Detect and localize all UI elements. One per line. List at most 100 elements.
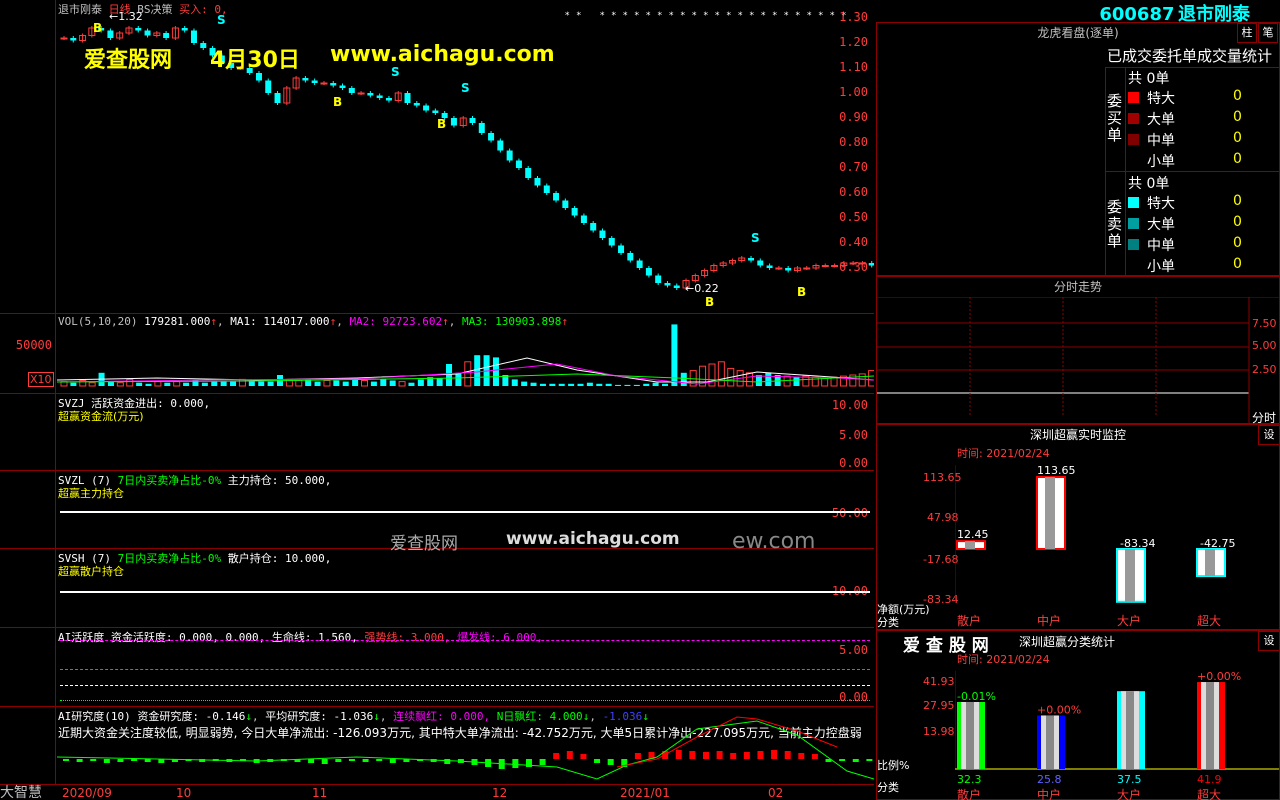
volume-bar — [107, 381, 114, 386]
signal-star: * — [784, 11, 789, 21]
candle-body — [469, 118, 476, 123]
watermark-site-2: 爱查股网 — [390, 534, 458, 554]
sell-row-value: 0 — [1233, 214, 1242, 230]
volume-bar — [211, 381, 218, 386]
candle-body — [144, 30, 151, 36]
monitor-bar-shade — [1125, 549, 1135, 602]
candle-body — [70, 38, 77, 41]
ai-research-panel[interactable]: AI研究度(10) 资金研究度: -0.146↓, 平均研究度: -1.036↓… — [0, 706, 874, 784]
research-bar — [675, 750, 682, 759]
research-bar — [811, 754, 818, 759]
classify-settings-button[interactable]: 设 — [1258, 631, 1280, 651]
volume-bar — [70, 382, 77, 386]
candle-body — [515, 160, 522, 168]
svsh-panel[interactable]: 10.00 SVSH (7) 7日内买卖净占比-0% 散户持仓: 10.000,… — [0, 529, 874, 627]
sell-signal: S — [461, 81, 470, 95]
volume-bar — [596, 383, 603, 386]
volume-bar — [765, 372, 772, 386]
sell-swatch-1 — [1128, 218, 1139, 229]
monitor-bar-shade — [1045, 477, 1055, 549]
signal-star: * — [646, 11, 651, 21]
research-bar — [553, 753, 560, 759]
research-bar — [321, 759, 328, 764]
classify-y-2: 13.98 — [923, 725, 955, 738]
watermark-tail: ew.com — [732, 529, 816, 554]
buy-row-label: 特大 — [1147, 91, 1175, 107]
volume-bar — [352, 379, 359, 386]
burst-line — [60, 640, 870, 641]
volume-bar — [408, 382, 415, 386]
monitor-bar-value: 12.45 — [957, 528, 989, 541]
volume-bar — [492, 357, 499, 386]
signal-star: * — [669, 11, 674, 21]
volume-bar — [220, 381, 227, 386]
watermark-url: www.aichagu.com — [330, 42, 555, 67]
research-bar — [702, 752, 709, 759]
buy-signal: B — [333, 95, 342, 109]
candle-body — [255, 73, 262, 81]
intraday-y-500: 5.00 — [1252, 339, 1277, 352]
volume-bar — [230, 381, 237, 386]
research-bar — [144, 759, 151, 762]
volume-bar — [539, 383, 546, 386]
candle-body — [135, 28, 142, 31]
volume-bar — [295, 380, 303, 387]
sell-signal: S — [391, 65, 400, 79]
volume-bar — [549, 383, 556, 386]
candle-body — [450, 118, 457, 126]
buy-side-label: 委买单 — [1107, 92, 1123, 144]
tick-mode-button[interactable]: 笔 — [1258, 23, 1278, 43]
volume-bar — [586, 382, 593, 386]
research-bar — [63, 759, 69, 761]
candle-body — [599, 230, 606, 238]
classify-time: 时间: 2021/02/24 — [957, 653, 1050, 666]
bar-mode-button[interactable]: 柱 — [1237, 23, 1257, 43]
sell-row-label: 小单 — [1147, 259, 1175, 275]
candle-body — [320, 82, 328, 85]
sell-row-label: 中单 — [1147, 238, 1175, 254]
sell-row-value: 0 — [1233, 193, 1242, 209]
intraday-panel[interactable]: 分时走势 7.50 5.00 2.50 分时 — [876, 276, 1280, 425]
candle-body — [571, 208, 578, 216]
volume-bar — [680, 372, 687, 386]
signal-star: * — [738, 11, 743, 21]
volume-bar — [389, 380, 396, 386]
volume-bar — [314, 381, 321, 386]
volume-bar — [717, 361, 725, 387]
ai-active-panel[interactable]: 5.00 0.00 AI活跃度 资金活跃度: 0.000, 0.000, 生命线… — [0, 627, 874, 706]
footer-bar — [0, 784, 874, 800]
volume-bar — [671, 324, 678, 386]
volume-bar — [173, 381, 181, 387]
app-logo: 大智慧 — [0, 785, 42, 800]
candle-body — [506, 150, 513, 161]
svzj-panel[interactable]: 10.00 5.00 0.00 SVZJ 活跃资金进出: 0.000, 超赢资金… — [0, 393, 874, 470]
volume-bar — [511, 379, 518, 386]
signal-star: * — [727, 11, 732, 21]
buy-row-value: 0 — [1233, 88, 1242, 104]
candle-body — [580, 215, 587, 223]
ai-research-axis — [0, 707, 56, 784]
candle-body — [478, 123, 485, 133]
signal-star: * — [612, 11, 617, 21]
volume-bar — [380, 379, 387, 386]
main-chart-panel[interactable]: 退市刚泰 日线 BS决策 买入: 0, ←1.32 ←0.22 * * * * * * * * * *… — [0, 0, 874, 313]
sell-signal: S — [751, 231, 760, 245]
candle-body — [367, 93, 374, 96]
candle-body — [311, 80, 318, 83]
volume-bar — [868, 370, 874, 387]
research-bar — [389, 759, 396, 763]
monitor-settings-button[interactable]: 设 — [1258, 425, 1280, 445]
candle-body — [608, 238, 615, 246]
volume-bar — [417, 379, 424, 386]
classify-bar-category: 散户 — [957, 787, 981, 800]
sell-row-value: 0 — [1233, 235, 1242, 251]
volume-bar — [398, 381, 406, 387]
ai-active-y-5: 5.00 — [839, 643, 868, 657]
volume-bar — [755, 375, 762, 386]
research-bar — [103, 759, 110, 763]
volume-panel[interactable]: 50000 X10 VOL(5,10,20) 179281.000↑, MA1:… — [0, 313, 874, 393]
candle-body — [627, 253, 634, 261]
signal-star: * — [796, 11, 801, 21]
research-bar — [580, 754, 587, 759]
price-y-label: 0.50 — [839, 210, 868, 224]
